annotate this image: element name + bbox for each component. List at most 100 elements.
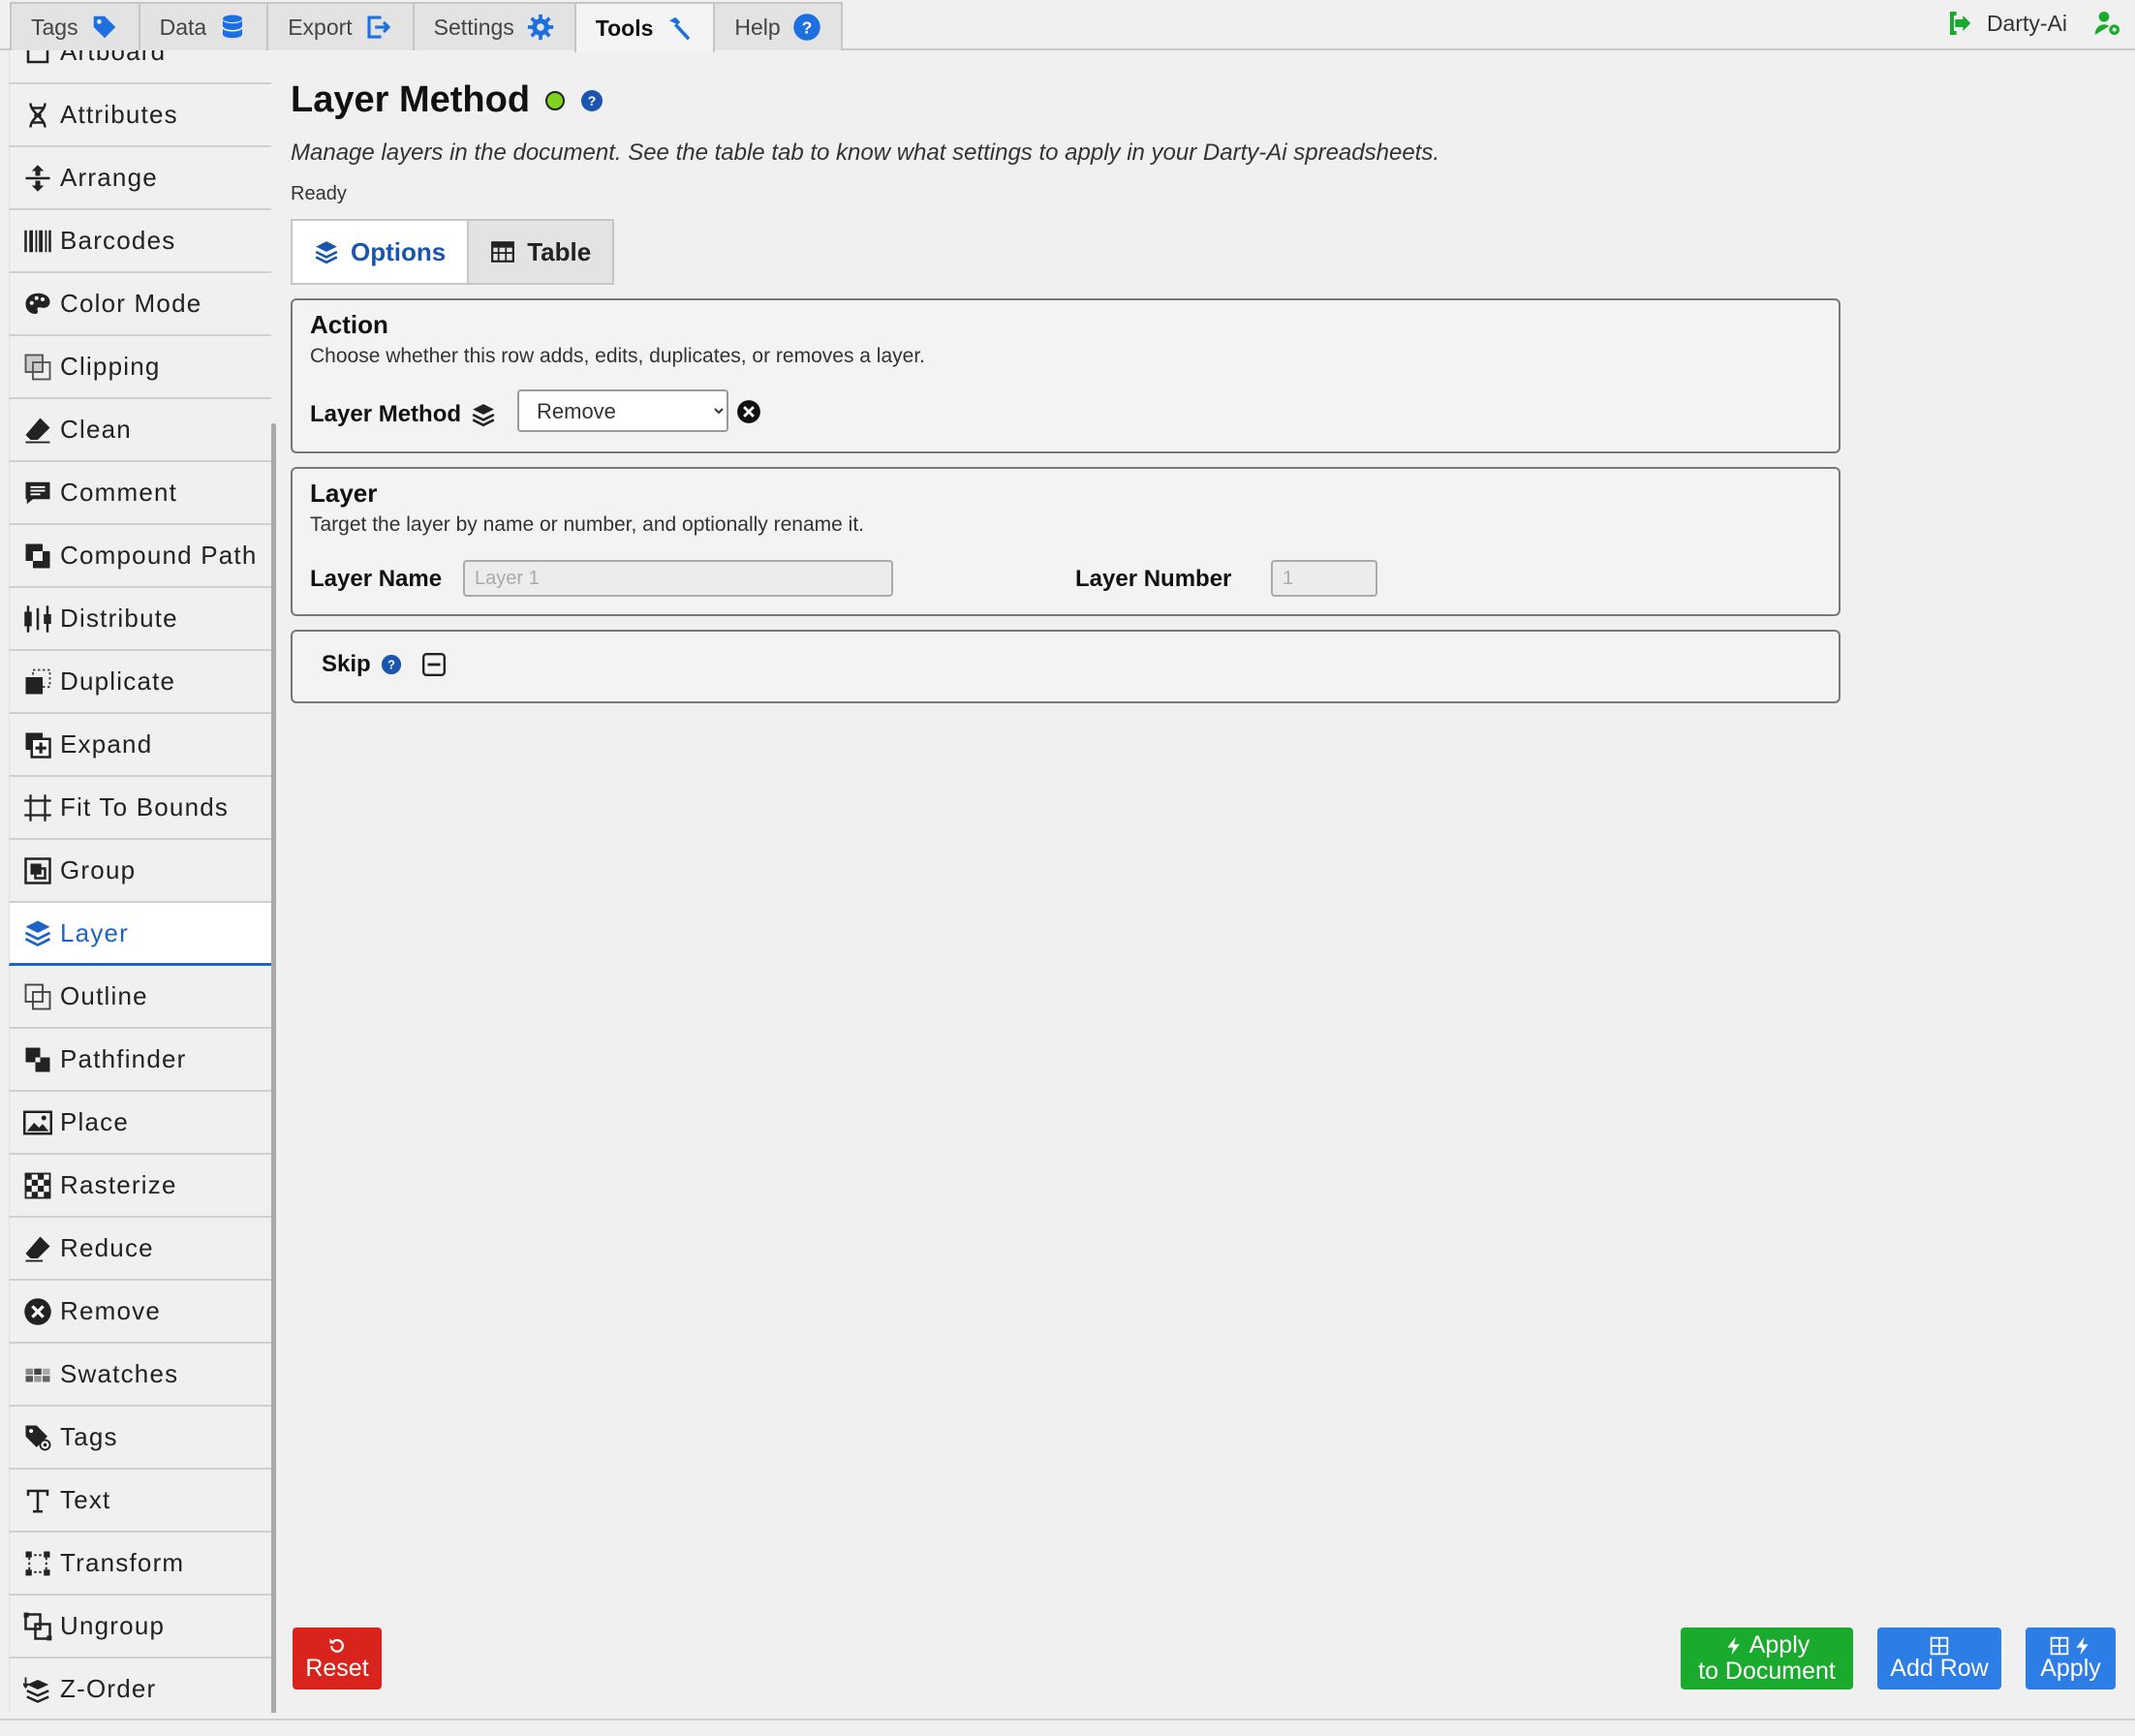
outline-icon bbox=[24, 983, 51, 1009]
sidebar-item-fit-to-bounds[interactable]: Fit To Bounds bbox=[9, 777, 271, 840]
help-icon[interactable]: ? bbox=[381, 654, 402, 675]
apply-button[interactable]: Apply bbox=[2026, 1628, 2116, 1690]
table-icon bbox=[491, 241, 515, 263]
checkerboard-icon bbox=[24, 1172, 51, 1198]
tab-tools[interactable]: Tools bbox=[573, 2, 716, 52]
field-label-text: Layer Number bbox=[1075, 566, 1232, 592]
sidebar-item-text[interactable]: Text bbox=[9, 1470, 271, 1533]
duplicate-icon bbox=[25, 668, 51, 694]
reset-button[interactable]: Reset bbox=[293, 1628, 382, 1690]
sidebar-item-place[interactable]: Place bbox=[9, 1092, 271, 1155]
sidebar-item-rasterize[interactable]: Rasterize bbox=[9, 1155, 271, 1218]
button-label-line2: to Document bbox=[1698, 1658, 1836, 1685]
tab-data[interactable]: Data bbox=[138, 2, 269, 50]
sidebar-item-label: Artboard bbox=[60, 50, 167, 66]
help-circle-icon: ? bbox=[792, 14, 820, 41]
sidebar-item-label: Clipping bbox=[60, 352, 161, 381]
clear-icon[interactable] bbox=[736, 399, 761, 424]
table-icon bbox=[2050, 1636, 2068, 1655]
field-label-text: Layer Method bbox=[310, 401, 462, 427]
panel-subtitle: Choose whether this row adds, edits, dup… bbox=[310, 345, 925, 367]
sidebar-item-comment[interactable]: Comment bbox=[9, 462, 271, 525]
layer-name-input[interactable] bbox=[463, 560, 893, 597]
sidebar-item-label: Arrange bbox=[60, 163, 158, 192]
transform-icon bbox=[25, 1551, 50, 1575]
layer-method-select[interactable]: Remove bbox=[517, 389, 728, 432]
sidebar-item-tags[interactable]: Tags bbox=[9, 1407, 271, 1470]
compound-path-icon bbox=[25, 543, 50, 568]
sidebar-list: Artboard Attributes Arrange Barcodes Col… bbox=[9, 50, 271, 1713]
tab-help[interactable]: Help ? bbox=[713, 2, 843, 50]
sidebar-item-pathfinder[interactable]: Pathfinder bbox=[9, 1029, 271, 1092]
skip-checkbox-icon[interactable] bbox=[421, 652, 447, 677]
sidebar-item-clipping[interactable]: Clipping bbox=[9, 336, 271, 399]
sidebar-scrollbar[interactable] bbox=[271, 423, 276, 1713]
sidebar-item-reduce[interactable]: Reduce bbox=[9, 1218, 271, 1281]
sidebar-item-expand[interactable]: Expand bbox=[9, 714, 271, 777]
sidebar-item-compound-path[interactable]: Compound Path bbox=[9, 525, 271, 588]
tab-export[interactable]: Export bbox=[266, 2, 415, 50]
page-description: Manage layers in the document. See the t… bbox=[291, 140, 1439, 166]
sidebar-item-distribute[interactable]: Distribute bbox=[9, 588, 271, 651]
pathfinder-icon bbox=[25, 1047, 50, 1071]
sidebar-item-layer[interactable]: Layer bbox=[9, 903, 271, 966]
layer-number-label: Layer Number bbox=[1075, 566, 1231, 593]
tab-options[interactable]: Options bbox=[293, 221, 470, 283]
sidebar-item-label: Swatches bbox=[60, 1359, 179, 1388]
tab-tags[interactable]: Tags bbox=[10, 2, 140, 50]
bolt-icon bbox=[2075, 1636, 2089, 1655]
sidebar-item-group[interactable]: Group bbox=[9, 840, 271, 903]
tab-table[interactable]: Table bbox=[469, 221, 612, 283]
panel-subtitle: Target the layer by name or number, and … bbox=[310, 513, 864, 536]
login-icon[interactable] bbox=[1942, 8, 1973, 39]
sidebar-item-label: Reduce bbox=[60, 1233, 154, 1262]
sidebar-item-label: Transform bbox=[60, 1548, 185, 1577]
arrange-icon bbox=[25, 164, 50, 192]
tab-label: Tools bbox=[595, 15, 654, 41]
dna-icon bbox=[29, 102, 46, 128]
sidebar-item-attributes[interactable]: Attributes bbox=[9, 84, 271, 147]
sidebar-item-label: Place bbox=[60, 1107, 130, 1136]
sidebar-item-clean[interactable]: Clean bbox=[9, 399, 271, 462]
sidebar-item-swatches[interactable]: Swatches bbox=[9, 1344, 271, 1407]
sidebar-item-label: Pathfinder bbox=[60, 1044, 187, 1073]
add-row-button[interactable]: Add Row bbox=[1877, 1628, 2001, 1690]
sidebar-item-artboard[interactable]: Artboard bbox=[9, 50, 271, 84]
button-label: Reset bbox=[305, 1654, 369, 1682]
layers-icon bbox=[24, 920, 51, 947]
user-settings-icon[interactable] bbox=[2092, 8, 2123, 39]
sidebar-item-label: Duplicate bbox=[60, 666, 176, 696]
sidebar-item-transform[interactable]: Transform bbox=[9, 1533, 271, 1596]
title-row: Layer Method ? bbox=[291, 79, 603, 121]
sidebar-item-remove[interactable]: Remove bbox=[9, 1281, 271, 1344]
sidebar-item-arrange[interactable]: Arrange bbox=[9, 147, 271, 210]
sidebar-item-label: Outline bbox=[60, 981, 148, 1010]
tab-label: Data bbox=[159, 14, 207, 40]
sidebar-item-color-mode[interactable]: Color Mode bbox=[9, 273, 271, 336]
sidebar-item-outline[interactable]: Outline bbox=[9, 966, 271, 1029]
sidebar-item-label: Barcodes bbox=[60, 226, 176, 255]
sidebar-item-label: Layer bbox=[60, 917, 130, 947]
user-name: Darty-Ai bbox=[1986, 10, 2067, 36]
z-order-icon bbox=[23, 1677, 49, 1703]
layers-icon bbox=[315, 241, 338, 264]
skip-label: Skip ? bbox=[322, 651, 447, 678]
svg-text:?: ? bbox=[588, 93, 597, 108]
layers-icon bbox=[472, 404, 495, 427]
tab-label: Tags bbox=[31, 14, 78, 40]
barcode-icon bbox=[24, 230, 51, 252]
tab-settings[interactable]: Settings bbox=[412, 2, 576, 50]
tags-icon bbox=[25, 1425, 51, 1450]
tab-label: Export bbox=[288, 14, 353, 40]
expand-icon bbox=[25, 732, 51, 759]
bottom-divider bbox=[0, 1719, 2135, 1720]
layer-number-input[interactable] bbox=[1271, 560, 1377, 597]
apply-to-document-button[interactable]: Apply to Document bbox=[1681, 1628, 1853, 1690]
sidebar-item-z-order[interactable]: Z-Order bbox=[9, 1658, 271, 1713]
sidebar-item-duplicate[interactable]: Duplicate bbox=[9, 651, 271, 714]
eraser-icon bbox=[25, 418, 50, 443]
help-icon[interactable]: ? bbox=[580, 89, 603, 112]
sidebar-item-barcodes[interactable]: Barcodes bbox=[9, 210, 271, 273]
tag-icon bbox=[93, 16, 115, 39]
sidebar-item-ungroup[interactable]: Ungroup bbox=[9, 1596, 271, 1658]
